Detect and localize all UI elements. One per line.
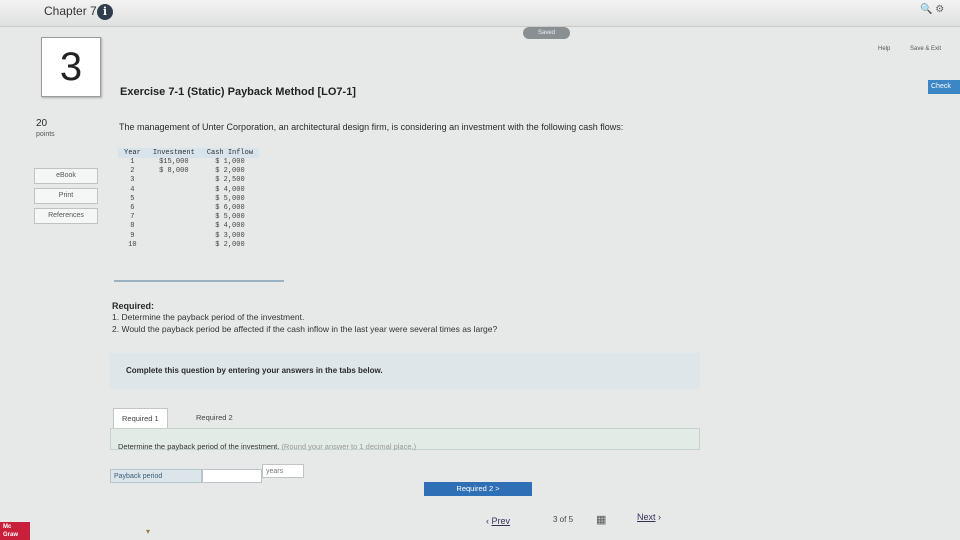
cell-investment bbox=[147, 241, 201, 250]
prev-label: Prev bbox=[491, 516, 511, 526]
check-button[interactable]: Check bbox=[928, 80, 960, 94]
payback-period-input[interactable] bbox=[202, 469, 262, 483]
cell-year: 7 bbox=[130, 213, 135, 222]
col-cash-inflow: Cash Inflow bbox=[200, 148, 260, 158]
cell-investment bbox=[147, 222, 201, 231]
table-header-row: Year Investment Cash Inflow bbox=[118, 148, 260, 158]
toolbar-icons[interactable]: 🔍 ⚙ bbox=[920, 4, 944, 15]
cell-inflow: $ 4,000 bbox=[215, 185, 245, 194]
cell-investment: $ 8,000 bbox=[159, 167, 189, 176]
cell-investment bbox=[147, 204, 201, 213]
cell-year: 3 bbox=[130, 176, 135, 185]
table-row: 8 $ 4,000 bbox=[118, 222, 259, 231]
table-row: 7 $ 5,000 bbox=[118, 213, 259, 222]
saved-indicator: Saved bbox=[523, 27, 570, 39]
question-number: 3 bbox=[41, 37, 101, 97]
cell-year: 10 bbox=[128, 240, 137, 249]
table-row: 5 $ 5,000 bbox=[118, 195, 259, 204]
next-button[interactable]: Next › bbox=[637, 512, 661, 522]
points-label: points bbox=[36, 131, 55, 138]
cell-investment bbox=[147, 213, 201, 222]
cell-investment bbox=[147, 232, 201, 241]
chevron-right-icon: › bbox=[655, 512, 662, 522]
logo-line-1: Mc bbox=[3, 524, 12, 530]
cell-inflow: $ 5,000 bbox=[215, 194, 245, 203]
required-2-button[interactable]: Required 2 > bbox=[424, 482, 532, 496]
points-value: 20 bbox=[36, 118, 48, 129]
cell-year: 6 bbox=[130, 204, 135, 213]
cell-inflow: $ 5,000 bbox=[215, 213, 245, 222]
table-row: 2 $ 8,000 $ 2,000 bbox=[118, 167, 259, 176]
table-row: 3 $ 2,500 bbox=[118, 176, 259, 185]
cash-flow-table: Year Investment Cash Inflow 1 $15,000 $ … bbox=[118, 148, 260, 250]
top-bar: Chapter 7 i 🔍 ⚙ bbox=[0, 0, 960, 27]
tab-required-2[interactable]: Required 2 bbox=[188, 408, 241, 428]
cell-investment: $15,000 bbox=[159, 158, 189, 166]
cell-inflow: $ 6,000 bbox=[215, 204, 245, 213]
instructions-banner: Complete this question by entering your … bbox=[110, 353, 700, 389]
table-row: 9 $ 3,000 bbox=[118, 232, 259, 241]
exercise-title: Exercise 7-1 (Static) Payback Method [LO… bbox=[120, 86, 356, 98]
required-item-2: 2. Would the payback period be affected … bbox=[112, 324, 498, 334]
save-exit-link[interactable]: Save & Exit bbox=[910, 46, 941, 52]
exercise-intro: The management of Unter Corporation, an … bbox=[119, 122, 624, 132]
cell-year: 9 bbox=[130, 231, 135, 240]
cell-inflow: $ 2,000 bbox=[215, 240, 245, 249]
cell-year: 8 bbox=[130, 222, 135, 231]
payback-unit: years bbox=[262, 464, 304, 478]
cell-inflow: $ 4,000 bbox=[215, 222, 245, 231]
grid-icon[interactable]: ▦ bbox=[596, 513, 606, 526]
tab-required-1[interactable]: Required 1 bbox=[113, 408, 168, 429]
chapter-title: Chapter 7 bbox=[44, 4, 97, 18]
required-heading: Required: bbox=[112, 301, 155, 311]
next-label: Next bbox=[637, 512, 656, 522]
determine-prompt: Determine the payback period of the inve… bbox=[118, 442, 416, 451]
info-icon[interactable]: i bbox=[97, 4, 113, 20]
required-item-1: 1. Determine the payback period of the i… bbox=[112, 312, 305, 322]
cell-inflow: $ 3,000 bbox=[215, 231, 245, 240]
cell-inflow: $ 2,500 bbox=[215, 176, 245, 185]
cell-investment bbox=[147, 186, 201, 195]
cursor-icon: ▾ bbox=[146, 527, 151, 536]
table-row: 1 $15,000 $ 1,000 bbox=[118, 158, 259, 167]
table-row: 6 $ 6,000 bbox=[118, 204, 259, 213]
help-link[interactable]: Help bbox=[878, 46, 890, 52]
rounding-hint: (Round your answer to 1 decimal place.) bbox=[281, 442, 417, 451]
table-divider bbox=[114, 280, 284, 282]
cell-investment bbox=[147, 195, 201, 204]
logo-line-2: Graw bbox=[3, 532, 19, 538]
page-indicator: 3 of 5 bbox=[553, 515, 574, 524]
cell-year: 1 bbox=[130, 158, 135, 166]
payback-period-label: Payback period bbox=[110, 469, 202, 483]
cell-investment bbox=[147, 176, 201, 185]
determine-text: Determine the payback period of the inve… bbox=[118, 442, 280, 451]
cell-inflow: $ 1,000 bbox=[215, 158, 245, 166]
prev-button[interactable]: ‹ Prev bbox=[486, 516, 510, 526]
table-row: 4 $ 4,000 bbox=[118, 186, 259, 195]
cell-year: 5 bbox=[130, 194, 135, 203]
ebook-button[interactable]: eBook bbox=[34, 168, 98, 184]
cell-year: 4 bbox=[130, 185, 135, 194]
cell-inflow: $ 2,000 bbox=[215, 167, 245, 176]
cell-year: 2 bbox=[130, 167, 135, 176]
col-investment: Investment bbox=[146, 148, 201, 158]
print-button[interactable]: Print bbox=[34, 188, 98, 204]
table-row: 10 $ 2,000 bbox=[118, 241, 259, 250]
col-year: Year bbox=[118, 148, 147, 158]
mcgraw-logo: Mc Graw bbox=[0, 522, 30, 540]
references-button[interactable]: References bbox=[34, 208, 98, 224]
